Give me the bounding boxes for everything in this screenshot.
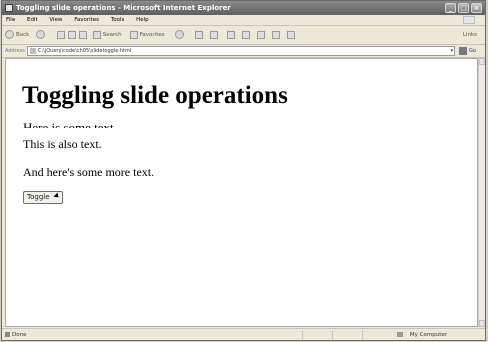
close-button[interactable]: × — [471, 3, 482, 13]
computer-icon — [397, 332, 403, 337]
mail-icon — [210, 30, 218, 39]
menu-view[interactable]: View — [49, 17, 62, 23]
scroll-down-button[interactable] — [479, 320, 485, 327]
page-heading: Toggling slide operations — [22, 82, 288, 109]
address-label: Address — [5, 48, 25, 54]
search-button[interactable]: Search — [93, 26, 122, 44]
discuss-icon — [257, 30, 265, 39]
status-bar: Done My Computer — [2, 328, 485, 340]
vertical-scrollbar[interactable] — [478, 58, 485, 327]
menu-file[interactable]: File — [6, 17, 15, 23]
stop-button[interactable] — [57, 26, 65, 44]
windows-logo-icon — [463, 16, 475, 24]
ie-icon — [5, 4, 13, 12]
forward-arrow-icon — [36, 30, 45, 39]
address-bar: Address C:\jQuery\code\ch05\slidetoggle.… — [2, 45, 485, 58]
address-url: C:\jQuery\code\ch05\slidetoggle.html — [38, 48, 132, 54]
search-icon — [93, 30, 101, 39]
status-divider — [302, 331, 303, 339]
page-status-icon — [5, 332, 10, 337]
edit-button[interactable] — [242, 26, 250, 44]
menu-help[interactable]: Help — [136, 17, 149, 23]
back-button[interactable]: Back — [5, 26, 29, 44]
page-content: Toggling slide operations Here is some t… — [5, 58, 478, 327]
standard-toolbar: Back Search Favorites Links — [2, 26, 485, 45]
media-button[interactable] — [175, 26, 186, 44]
security-zone: My Computer — [409, 332, 447, 338]
star-icon — [130, 30, 138, 39]
sliding-text: Here is some text. — [23, 121, 117, 128]
go-arrow-icon — [459, 46, 467, 55]
status-divider — [362, 331, 363, 339]
history-icon — [195, 30, 203, 39]
title-bar[interactable]: Toggling slide operations - Microsoft In… — [2, 1, 485, 15]
browser-window: Toggling slide operations - Microsoft In… — [1, 0, 486, 341]
paragraph-more-text: And here's some more text. — [23, 165, 155, 179]
toggle-button[interactable]: Toggle — [23, 191, 63, 204]
favorites-button[interactable]: Favorites — [130, 26, 165, 44]
messenger-icon — [287, 30, 295, 39]
address-input[interactable]: C:\jQuery\code\ch05\slidetoggle.html ▾ — [27, 46, 455, 56]
address-dropdown-icon[interactable]: ▾ — [450, 47, 453, 55]
scroll-up-button[interactable] — [479, 58, 485, 65]
stop-icon — [57, 30, 65, 39]
history-button[interactable] — [195, 26, 203, 44]
print-button[interactable] — [227, 26, 235, 44]
page-icon — [30, 48, 36, 54]
status-text: Done — [12, 332, 27, 338]
menu-edit[interactable]: Edit — [27, 17, 38, 23]
refresh-icon — [68, 30, 76, 39]
refresh-button[interactable] — [68, 26, 76, 44]
messenger-button[interactable] — [287, 26, 295, 44]
home-icon — [79, 30, 87, 39]
research-icon — [272, 30, 280, 39]
discuss-button[interactable] — [257, 26, 265, 44]
status-divider — [332, 331, 333, 339]
maximize-button[interactable]: □ — [458, 3, 469, 13]
menu-favorites[interactable]: Favorites — [74, 17, 99, 23]
go-button[interactable]: Go — [459, 45, 483, 57]
links-button[interactable]: Links — [463, 26, 477, 44]
mail-button[interactable] — [210, 26, 218, 44]
minimize-button[interactable]: _ — [445, 3, 456, 13]
mouse-cursor-icon — [53, 192, 61, 200]
home-button[interactable] — [79, 26, 87, 44]
back-arrow-icon — [5, 30, 14, 39]
menu-bar: File Edit View Favorites Tools Help — [2, 15, 485, 26]
menu-tools[interactable]: Tools — [111, 17, 125, 23]
window-title: Toggling slide operations - Microsoft In… — [16, 4, 231, 12]
research-button[interactable] — [272, 26, 280, 44]
print-icon — [227, 30, 235, 39]
paragraph-text: This is also text. — [23, 137, 102, 151]
edit-icon — [242, 30, 250, 39]
media-icon — [175, 30, 184, 39]
forward-button[interactable] — [36, 26, 47, 44]
